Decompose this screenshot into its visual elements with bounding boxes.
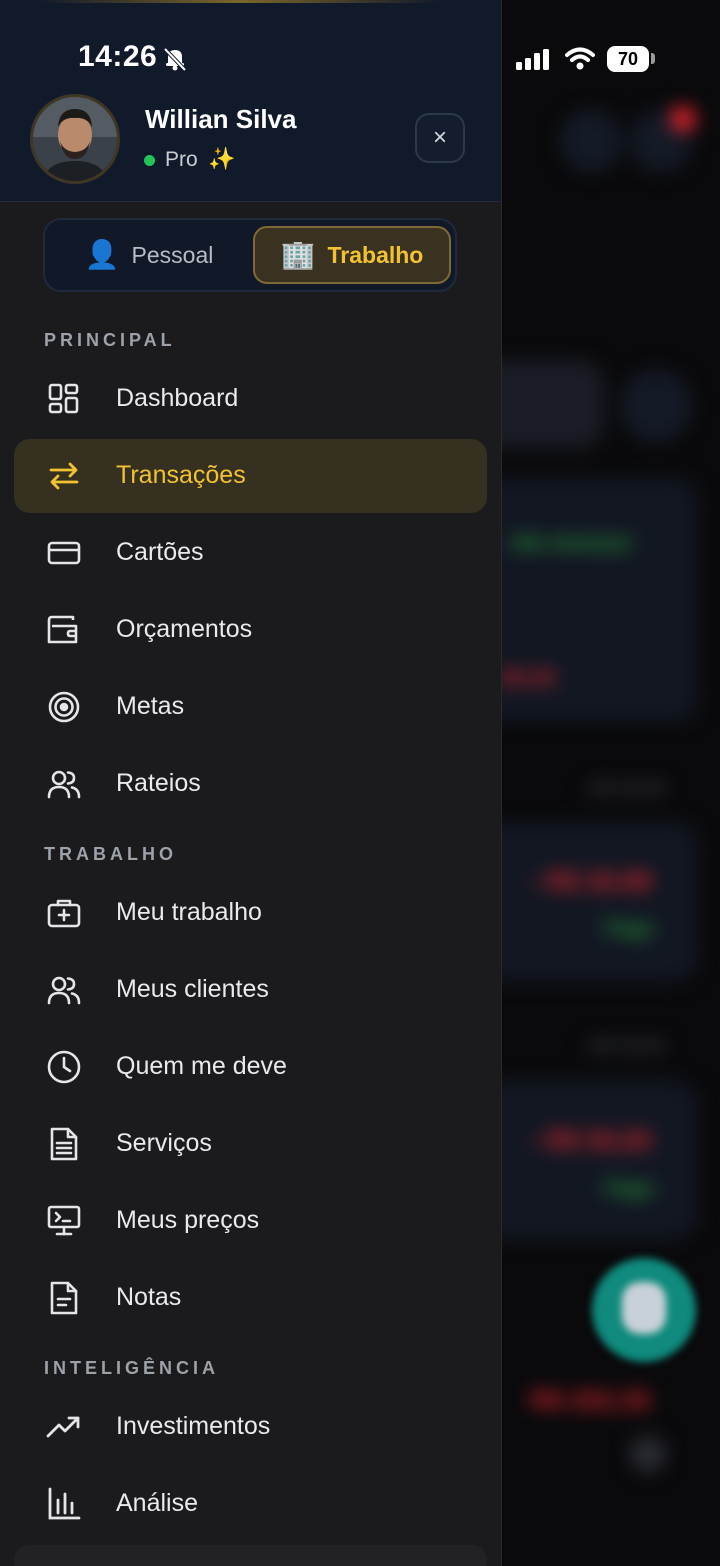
credit-card-icon [46,535,82,571]
person-icon: 👤 [84,239,120,270]
nav-label-meu-trabalho: Meu trabalho [116,898,262,926]
nav-label-meus-precos: Meus preços [116,1206,260,1234]
user-photo [33,97,117,181]
wifi-icon [565,47,595,70]
target-icon [46,689,82,725]
user-name: Willian Silva [145,104,297,134]
nav-item-quem-me-deve[interactable]: Quem me deve [14,1030,487,1104]
note-icon [46,1280,82,1316]
sparkles-icon: ✨ [208,146,236,171]
nav-label-notas: Notas [116,1283,182,1311]
nav-item-meu-trabalho[interactable]: Meu trabalho [14,876,487,950]
nav-item-meus-precos[interactable]: Meus preços [14,1184,487,1258]
wallet-icon [46,612,82,648]
section-title-principal: PRINCIPAL [44,330,176,350]
nav-item-dashboard[interactable]: Dashboard [14,362,487,436]
section-title-inteligencia: INTELIGÊNCIA [44,1358,220,1378]
nav-label-dashboard: Dashboard [116,384,239,412]
screen: não ameaçar 00,34 - R$ 20,99 - R$ 20,99 … [0,0,720,1566]
nav-label-cartoes: Cartões [116,538,204,566]
document-icon [46,1126,82,1162]
section-title-trabalho: TRABALHO [44,844,177,864]
status-time: 14:26 [78,40,158,73]
plan-label: Pro [165,148,198,171]
nav-label-rateios: Rateios [116,769,201,797]
top-accent-line [40,0,440,3]
battery-indicator: 70 [607,46,649,72]
nav-label-servicos: Serviços [116,1129,212,1157]
nav-item-analise[interactable]: Análise [14,1467,487,1541]
mode-work-label: Trabalho [327,241,424,268]
nav-label-metas: Metas [116,692,185,720]
mode-personal-button[interactable]: 👤 Pessoal [51,226,247,284]
trending-up-icon [46,1409,82,1445]
nav-label-quem-me-deve: Quem me deve [116,1052,287,1080]
mode-work-button[interactable]: 🏢 Trabalho [253,226,451,284]
dashboard-icon [46,381,82,417]
nav-label-orcamentos: Orçamentos [116,615,253,643]
bell-off-icon [163,47,187,72]
avatar[interactable] [30,94,120,184]
battery-tip [651,53,655,64]
cellular-signal-icon [516,49,549,70]
nav-label-meus-clientes: Meus clientes [116,975,269,1003]
nav-item-meus-clientes[interactable]: Meus clientes [14,953,487,1027]
nav-item-transacoes[interactable]: Transações [14,439,487,513]
nav-item-investimentos[interactable]: Investimentos [14,1390,487,1464]
mode-personal-label: Pessoal [131,241,214,268]
monitor-icon [46,1203,82,1239]
nav-item-metas[interactable]: Metas [14,670,487,744]
nav-item-notas[interactable]: Notas [14,1261,487,1335]
nav-label-investimentos: Investimentos [116,1412,271,1440]
nav-item-rateios[interactable]: Rateios [14,747,487,821]
nav-item-orcamentos[interactable]: Orçamentos [14,593,487,667]
drawer-header: 14:26 Willian Silva Pro ✨ × [0,0,501,202]
online-status-dot [144,155,155,166]
mode-toggle: 👤 Pessoal 🏢 Trabalho [43,218,457,292]
office-building-icon: 🏢 [280,239,316,270]
users-icon [46,766,82,802]
close-icon: × [432,124,447,151]
nav-label-transacoes: Transações [116,461,246,489]
close-button[interactable]: × [415,113,465,163]
bar-chart-icon [46,1486,82,1522]
clock-icon [46,1049,82,1085]
nav-item-servicos[interactable]: Serviços [14,1107,487,1181]
next-menu-item-partial[interactable] [14,1545,487,1566]
transfer-arrows-icon [46,458,82,494]
nav-label-analise: Análise [116,1489,198,1517]
side-drawer: 14:26 Willian Silva Pro ✨ × 👤 Pessoal 🏢 … [0,0,502,1566]
nav-item-cartoes[interactable]: Cartões [14,516,487,590]
users-icon [46,972,82,1008]
briefcase-icon [46,895,82,931]
